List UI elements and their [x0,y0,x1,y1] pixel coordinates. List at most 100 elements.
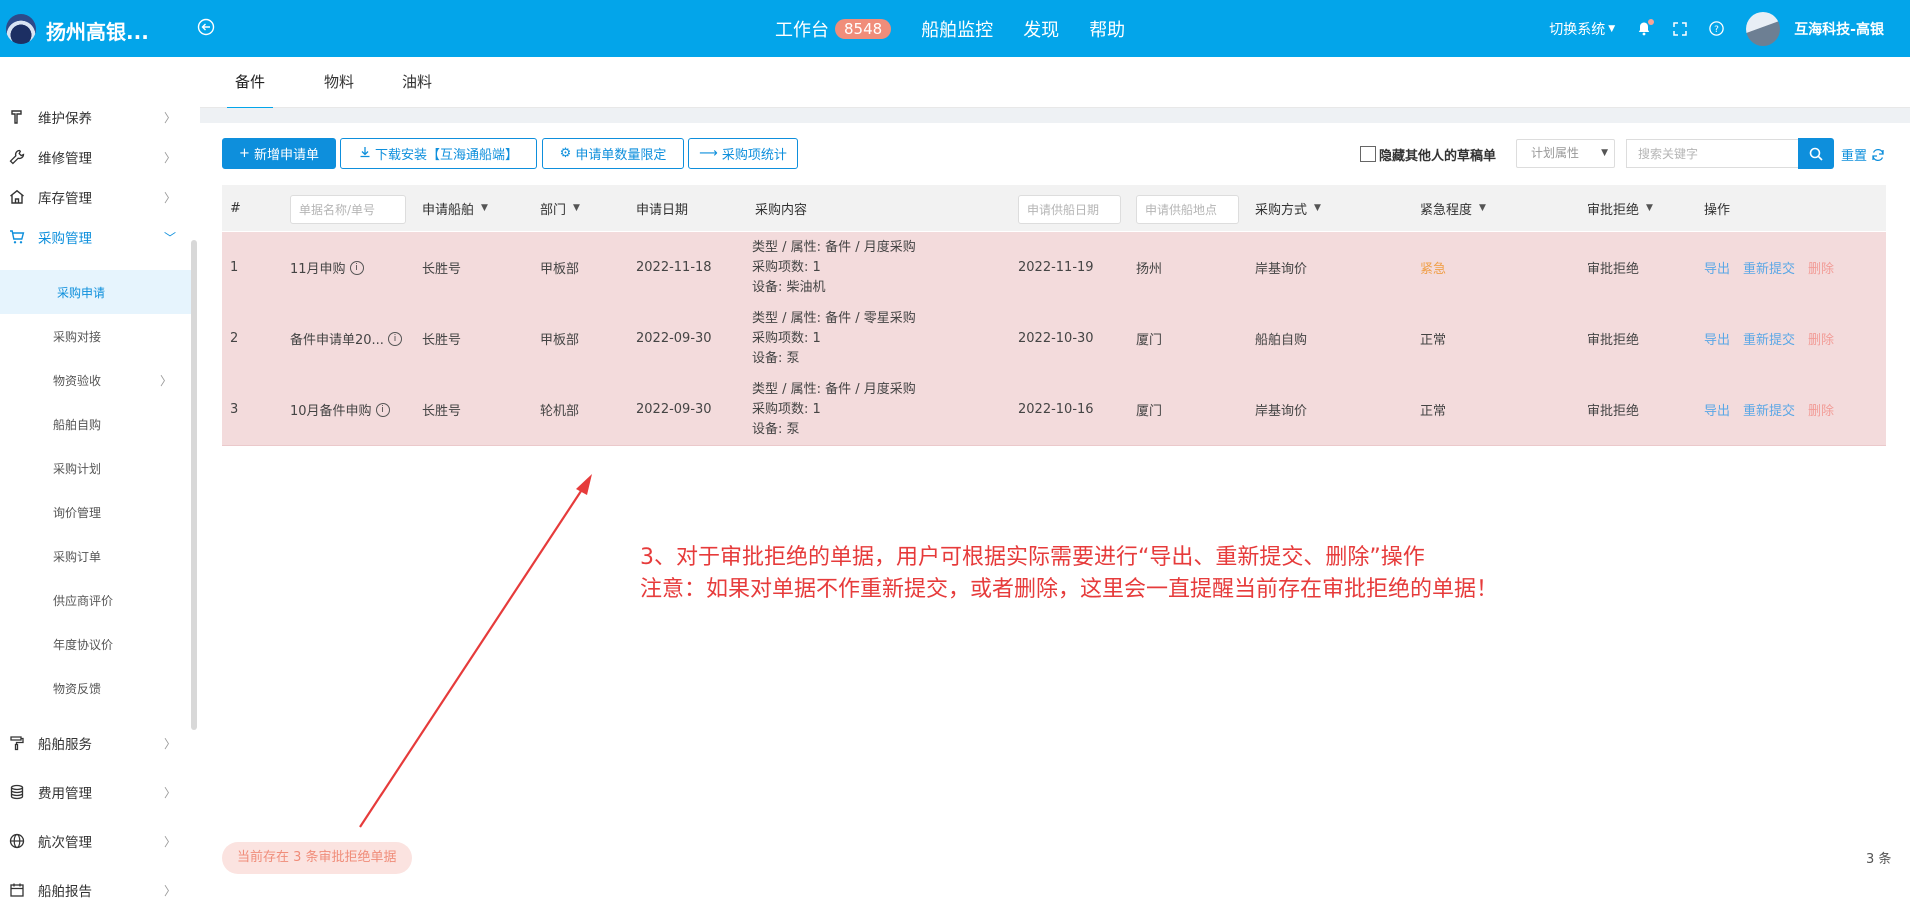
add-request-button[interactable]: + 新增申请单 [222,138,336,169]
filter-supply-place-input[interactable] [1136,195,1239,224]
sidebar-item-maintenance[interactable]: 维护保养 〉 [0,97,192,137]
sidebar-item-ship-report[interactable]: 船舶报告 〉 [0,870,192,899]
reset-button[interactable]: 重置 [1841,145,1885,164]
info-icon[interactable]: i [375,402,390,417]
hide-drafts-label: 隐藏其他人的草稿单 [1379,149,1497,164]
cell-name-text: 11月申购 [290,262,346,277]
request-limit-button[interactable]: ⚙ 申请单数量限定 [542,138,684,169]
cell-name[interactable]: 10月备件申购 i [290,374,390,445]
bell-icon[interactable] [1637,19,1655,36]
company-logo [6,14,36,44]
avatar[interactable] [1746,11,1781,46]
tab-oil[interactable]: 油料 [402,57,432,107]
tab-bar: 备件 物料 油料 [200,57,1910,109]
cell-name[interactable]: 备件申请单20... i [290,303,402,374]
sidebar-scrollbar[interactable] [191,240,197,730]
info-icon[interactable]: i [387,331,402,346]
table-row[interactable]: 3 10月备件申购 i 长胜号 轮机部 2022-09-30 类型 / 属性: 备… [222,374,1886,446]
purchase-stats-button[interactable]: ⟶ 采购项统计 [688,138,798,169]
col-dept[interactable]: 部门 ▼ [540,185,580,231]
chevron-right-icon: 〉 [164,150,177,165]
sidebar-subitem-self-purchase[interactable]: 船舶自购 [0,402,192,446]
col-ops: 操作 [1704,202,1731,218]
resubmit-link[interactable]: 重新提交 [1743,258,1795,277]
sidebar-subitem-label: 年度协议价 [53,637,114,652]
collapse-sidebar-icon[interactable] [197,18,215,36]
info-icon[interactable]: i [349,260,364,275]
col-urgency[interactable]: 紧急程度 ▼ [1420,185,1486,231]
cell-ship: 长胜号 [422,262,462,277]
plan-attribute-placeholder: 计划属性 [1531,146,1580,160]
col-ship[interactable]: 申请船舶 ▼ [422,185,488,231]
chevron-right-icon: 〉 [164,110,177,125]
cell-name[interactable]: 11月申购 i [290,232,364,303]
sidebar-item-inventory[interactable]: 库存管理 〉 [0,177,192,217]
user-name[interactable]: 互海科技-高银 [1794,19,1884,39]
sidebar-item-label: 维护保养 [38,111,92,127]
content-count: 采购项数: 1 [752,259,821,275]
chevron-right-icon: 〉 [164,883,177,898]
export-link[interactable]: 导出 [1704,258,1730,277]
caret-down-icon: ▼ [1479,203,1486,213]
content-equipment: 设备: 泵 [752,421,800,437]
delete-link[interactable]: 删除 [1808,400,1834,419]
workbench-badge: 8548 [835,18,892,39]
nav-ship-monitor[interactable]: 船舶监控 [921,16,993,42]
divider-strip [200,108,1910,123]
sidebar-item-ship-service[interactable]: 船舶服务 〉 [0,723,192,763]
delete-link[interactable]: 删除 [1808,329,1834,348]
switch-system-dropdown[interactable]: 切换系统 ▼ [1549,19,1615,39]
tab-materials[interactable]: 物料 [324,57,354,107]
sidebar-item-voyage[interactable]: 航次管理 〉 [0,821,192,861]
sidebar-subitem-supplier-rating[interactable]: 供应商评价 [0,578,192,622]
col-dept-label: 部门 [540,202,567,218]
switch-system-label: 切换系统 [1549,21,1606,38]
cell-index: 3 [230,402,239,417]
nav-workbench[interactable]: 工作台 8548 [775,16,892,42]
sidebar-subitem-purchase-order[interactable]: 采购订单 [0,534,192,578]
cell-ops: 导出 重新提交 删除 [1704,303,1834,374]
table-row[interactable]: 2 备件申请单20... i 长胜号 甲板部 2022-09-30 类型 / 属性… [222,303,1886,375]
tab-spare-parts[interactable]: 备件 [227,57,273,109]
nav-discover[interactable]: 发现 [1023,16,1059,42]
resubmit-link[interactable]: 重新提交 [1743,400,1795,419]
table-row[interactable]: 1 11月申购 i 长胜号 甲板部 2022-11-18 类型 / 属性: 备件 … [222,232,1886,304]
sidebar-subitem-feedback[interactable]: 物资反馈 [0,666,192,710]
filter-supply-date-input[interactable] [1018,195,1121,224]
help-circle-icon[interactable]: ? [1709,21,1724,36]
arrow-right-icon: ⟶ [699,146,718,161]
resubmit-link[interactable]: 重新提交 [1743,329,1795,348]
sidebar-item-label: 航次管理 [38,835,92,851]
nav-help[interactable]: 帮助 [1089,16,1125,42]
col-method[interactable]: 采购方式 ▼ [1255,185,1321,231]
cell-supply-place: 厦门 [1136,404,1163,419]
search-input[interactable] [1626,139,1798,168]
sidebar-subitem-acceptance[interactable]: 物资验收 〉 [0,358,192,402]
sidebar-subitem-annual-price[interactable]: 年度协议价 [0,622,192,666]
col-status[interactable]: 审批拒绝 ▼ [1587,185,1653,231]
sidebar-subitem-label: 船舶自购 [53,417,102,432]
filter-name-input[interactable] [290,195,406,224]
sidebar-item-expenses[interactable]: 费用管理 〉 [0,772,192,812]
sidebar-subitem-purchase-docking[interactable]: 采购对接 [0,314,192,358]
download-app-button[interactable]: 下载安装【互海通船端】 [340,138,537,169]
fullscreen-icon[interactable] [1673,21,1687,36]
sidebar-item-repair[interactable]: 维修管理 〉 [0,137,192,177]
svg-text:?: ? [1714,25,1719,35]
sidebar-subitem-purchase-plan[interactable]: 采购计划 [0,446,192,490]
sidebar-subitem-purchase-request[interactable]: 采购申请 [0,270,192,314]
export-link[interactable]: 导出 [1704,329,1730,348]
cell-name-text: 备件申请单20... [290,333,384,348]
col-method-label: 采购方式 [1255,202,1308,218]
sidebar-item-procurement[interactable]: 采购管理 ﹀ [0,217,192,257]
sidebar-subitem-inquiry[interactable]: 询价管理 [0,490,192,534]
hide-drafts-checkbox[interactable] [1360,146,1376,162]
cart-icon [8,228,26,246]
content-type: 类型 / 属性: 备件 / 月度采购 [752,381,916,397]
export-link[interactable]: 导出 [1704,400,1730,419]
rejected-notice-badge[interactable]: 当前存在 3 条审批拒绝单据 [222,842,412,874]
cell-supply-date: 2022-11-19 [1018,260,1094,275]
search-button[interactable] [1798,138,1834,169]
plan-attribute-select[interactable]: 计划属性 ▼ [1516,139,1615,168]
delete-link[interactable]: 删除 [1808,258,1834,277]
